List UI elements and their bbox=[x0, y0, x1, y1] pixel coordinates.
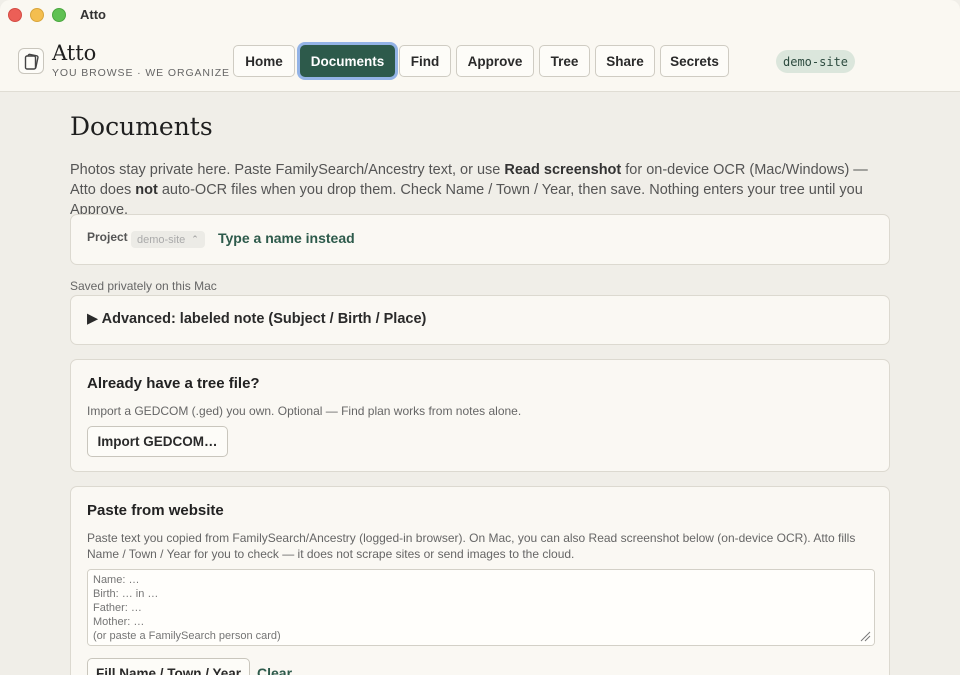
app-window: Atto Atto YOU BROWSE · WE ORGANIZE Home … bbox=[0, 0, 960, 675]
nav-share-button[interactable]: Share bbox=[595, 45, 655, 77]
advanced-disclosure[interactable]: ▶ Advanced: labeled note (Subject / Birt… bbox=[70, 295, 890, 345]
paste-description: Paste text you copied from FamilySearch/… bbox=[87, 531, 856, 561]
nav-secrets-button[interactable]: Secrets bbox=[660, 45, 729, 77]
page-title: Documents bbox=[70, 112, 213, 141]
advanced-label: ▶ Advanced: labeled note (Subject / Birt… bbox=[87, 311, 427, 327]
chevron-updown-icon: ⌃ bbox=[191, 234, 199, 244]
brand-name: Atto bbox=[52, 41, 97, 65]
tree-file-title: Already have a tree file? bbox=[87, 375, 260, 392]
site-badge: demo-site bbox=[776, 50, 856, 73]
project-card: Project demo-site ⌃ Type a name instead bbox=[70, 214, 890, 265]
project-label: Project bbox=[87, 230, 128, 244]
type-name-link[interactable]: Type a name instead bbox=[218, 230, 355, 246]
close-window-button[interactable] bbox=[8, 8, 22, 22]
nav-tree-button[interactable]: Tree bbox=[539, 45, 590, 77]
project-select-value: demo-site bbox=[137, 233, 186, 246]
tablet-icon bbox=[18, 48, 44, 74]
brand-tagline: YOU BROWSE · WE ORGANIZE bbox=[52, 67, 230, 79]
nav-approve-button[interactable]: Approve bbox=[456, 45, 534, 77]
paste-card: Paste from website Paste text you copied… bbox=[70, 486, 890, 675]
paste-textarea[interactable] bbox=[87, 569, 875, 646]
resize-grip-icon[interactable] bbox=[859, 630, 871, 642]
maximize-window-button[interactable] bbox=[52, 8, 66, 22]
import-gedcom-button[interactable]: Import GEDCOM… bbox=[87, 426, 228, 457]
intro-read-screenshot: Read screenshot bbox=[504, 162, 622, 178]
paste-title: Paste from website bbox=[87, 502, 224, 519]
project-select[interactable]: demo-site ⌃ bbox=[131, 231, 205, 248]
app-header: Atto YOU BROWSE · WE ORGANIZE Home Docum… bbox=[0, 30, 960, 92]
clear-link[interactable]: Clear bbox=[257, 665, 292, 675]
intro-text: auto-OCR files when you drop them. Check… bbox=[70, 182, 863, 218]
tree-file-card: Already have a tree file? Import a GEDCO… bbox=[70, 359, 890, 472]
title-bar: Atto bbox=[0, 0, 960, 30]
nav-home-button[interactable]: Home bbox=[233, 45, 295, 77]
minimize-window-button[interactable] bbox=[30, 8, 44, 22]
nav-documents-button[interactable]: Documents bbox=[300, 45, 395, 77]
fill-fields-button[interactable]: Fill Name / Town / Year bbox=[87, 658, 250, 675]
nav-find-button[interactable]: Find bbox=[399, 45, 451, 77]
page-intro: Photos stay private here. Paste FamilySe… bbox=[70, 160, 895, 220]
saved-note: Saved privately on this Mac bbox=[70, 279, 217, 293]
tree-file-description: Import a GEDCOM (.ged) you own. Optional… bbox=[87, 404, 522, 418]
intro-text: Photos stay private here. Paste FamilySe… bbox=[70, 162, 505, 178]
intro-not: not bbox=[135, 182, 158, 198]
window-title: Atto bbox=[80, 7, 106, 22]
